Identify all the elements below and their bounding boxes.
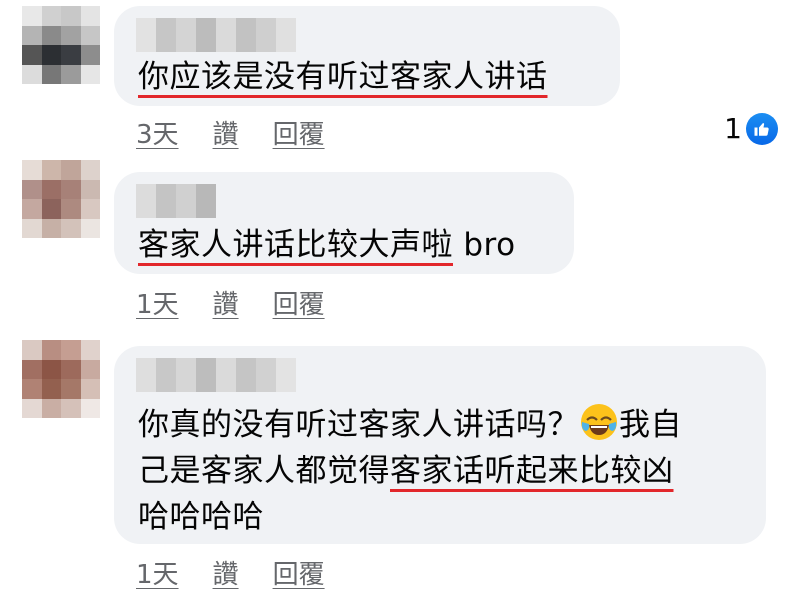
comment-text: 你真的没有听过客家人讲话吗？ 我自 己是客家人都觉得客家话听起来比较凶 哈哈哈哈 — [138, 402, 742, 540]
comment-text: 你应该是没有听过客家人讲话 — [138, 54, 596, 100]
like-link[interactable]: 讚 — [213, 284, 239, 321]
comment-text-underlined: 客家话听起来比较凶 — [390, 453, 674, 489]
avatar[interactable] — [22, 340, 100, 418]
timestamp-link[interactable]: 3天 — [136, 114, 179, 151]
comment-bubble: 你真的没有听过客家人讲话吗？ 我自 己是客家人都觉得客家话听起来比较凶 哈哈哈哈 — [114, 346, 766, 544]
avatar[interactable] — [22, 6, 100, 84]
comment-text-line: 你应该是没有听过客家人讲话 — [138, 59, 548, 95]
author-name-blurred[interactable] — [136, 184, 216, 218]
comment-text-line3: 哈哈哈哈 — [138, 499, 264, 535]
comment-text-tail: bro — [453, 227, 516, 263]
avatar[interactable] — [22, 160, 100, 238]
comment-text-line1: 你真的没有听过客家人讲话吗？ — [138, 407, 579, 443]
comment-actions: 3天 讚 回覆 — [136, 114, 325, 151]
like-link[interactable]: 讚 — [213, 554, 239, 591]
comment-text-line1-end: 我自 — [619, 407, 682, 443]
like-link[interactable]: 讚 — [213, 114, 239, 151]
reaction-count: 1 — [724, 112, 742, 145]
timestamp-link[interactable]: 1天 — [136, 284, 179, 321]
comment-actions: 1天 讚 回覆 — [136, 554, 325, 591]
comment-bubble: 你应该是没有听过客家人讲话 — [114, 6, 620, 106]
tears-of-joy-emoji-icon — [581, 404, 617, 440]
comment-text: 客家人讲话比较大声啦 bro — [138, 222, 550, 268]
thumbs-up-icon — [746, 112, 778, 145]
comment-text-underlined: 客家人讲话比较大声啦 — [138, 227, 453, 263]
comment-text-line2: 己是客家人都觉得 — [138, 453, 390, 489]
reply-link[interactable]: 回覆 — [273, 114, 325, 151]
timestamp-link[interactable]: 1天 — [136, 554, 179, 591]
reply-link[interactable]: 回覆 — [273, 284, 325, 321]
author-name-blurred[interactable] — [136, 18, 296, 52]
reply-link[interactable]: 回覆 — [273, 554, 325, 591]
reaction-summary[interactable]: 1 — [724, 112, 778, 145]
comment-bubble: 客家人讲话比较大声啦 bro — [114, 172, 574, 274]
comment-actions: 1天 讚 回覆 — [136, 284, 325, 321]
author-name-blurred[interactable] — [136, 358, 296, 392]
